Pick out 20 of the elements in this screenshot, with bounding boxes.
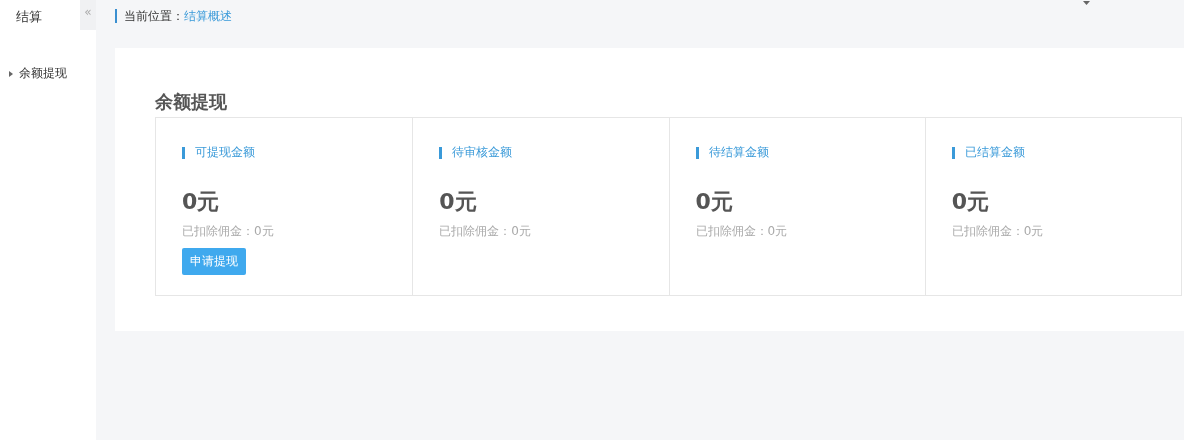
commission-note: 已扣除佣金：0元 <box>182 223 275 240</box>
amount: 0元 <box>439 188 478 216</box>
commission-note: 已扣除佣金：0元 <box>439 223 532 240</box>
collapse-button[interactable]: « <box>80 0 96 30</box>
card-title: 待审核金额 <box>452 144 513 161</box>
breadcrumb-label: 当前位置： <box>124 7 184 25</box>
withdraw-button[interactable]: 申请提现 <box>182 248 246 275</box>
sidebar-item[interactable]: 余额提现 <box>9 65 96 82</box>
caret-icon[interactable] <box>1083 1 1090 5</box>
sidebar-title: 结算 <box>15 8 43 26</box>
card-title: 待结算金额 <box>708 144 769 161</box>
breadcrumb-link[interactable]: 结算概述 <box>184 7 232 25</box>
amount: 0元 <box>182 188 221 216</box>
card-title: 可提现金额 <box>195 144 255 161</box>
commission-note: 已扣除佣金：0元 <box>951 223 1045 240</box>
section-title: 余额提现 <box>155 90 228 114</box>
commission-note: 已扣除佣金：0元 <box>695 223 789 240</box>
card-title: 已结算金额 <box>964 144 1025 161</box>
amount: 0元 <box>951 188 991 216</box>
amount: 0元 <box>695 188 734 216</box>
